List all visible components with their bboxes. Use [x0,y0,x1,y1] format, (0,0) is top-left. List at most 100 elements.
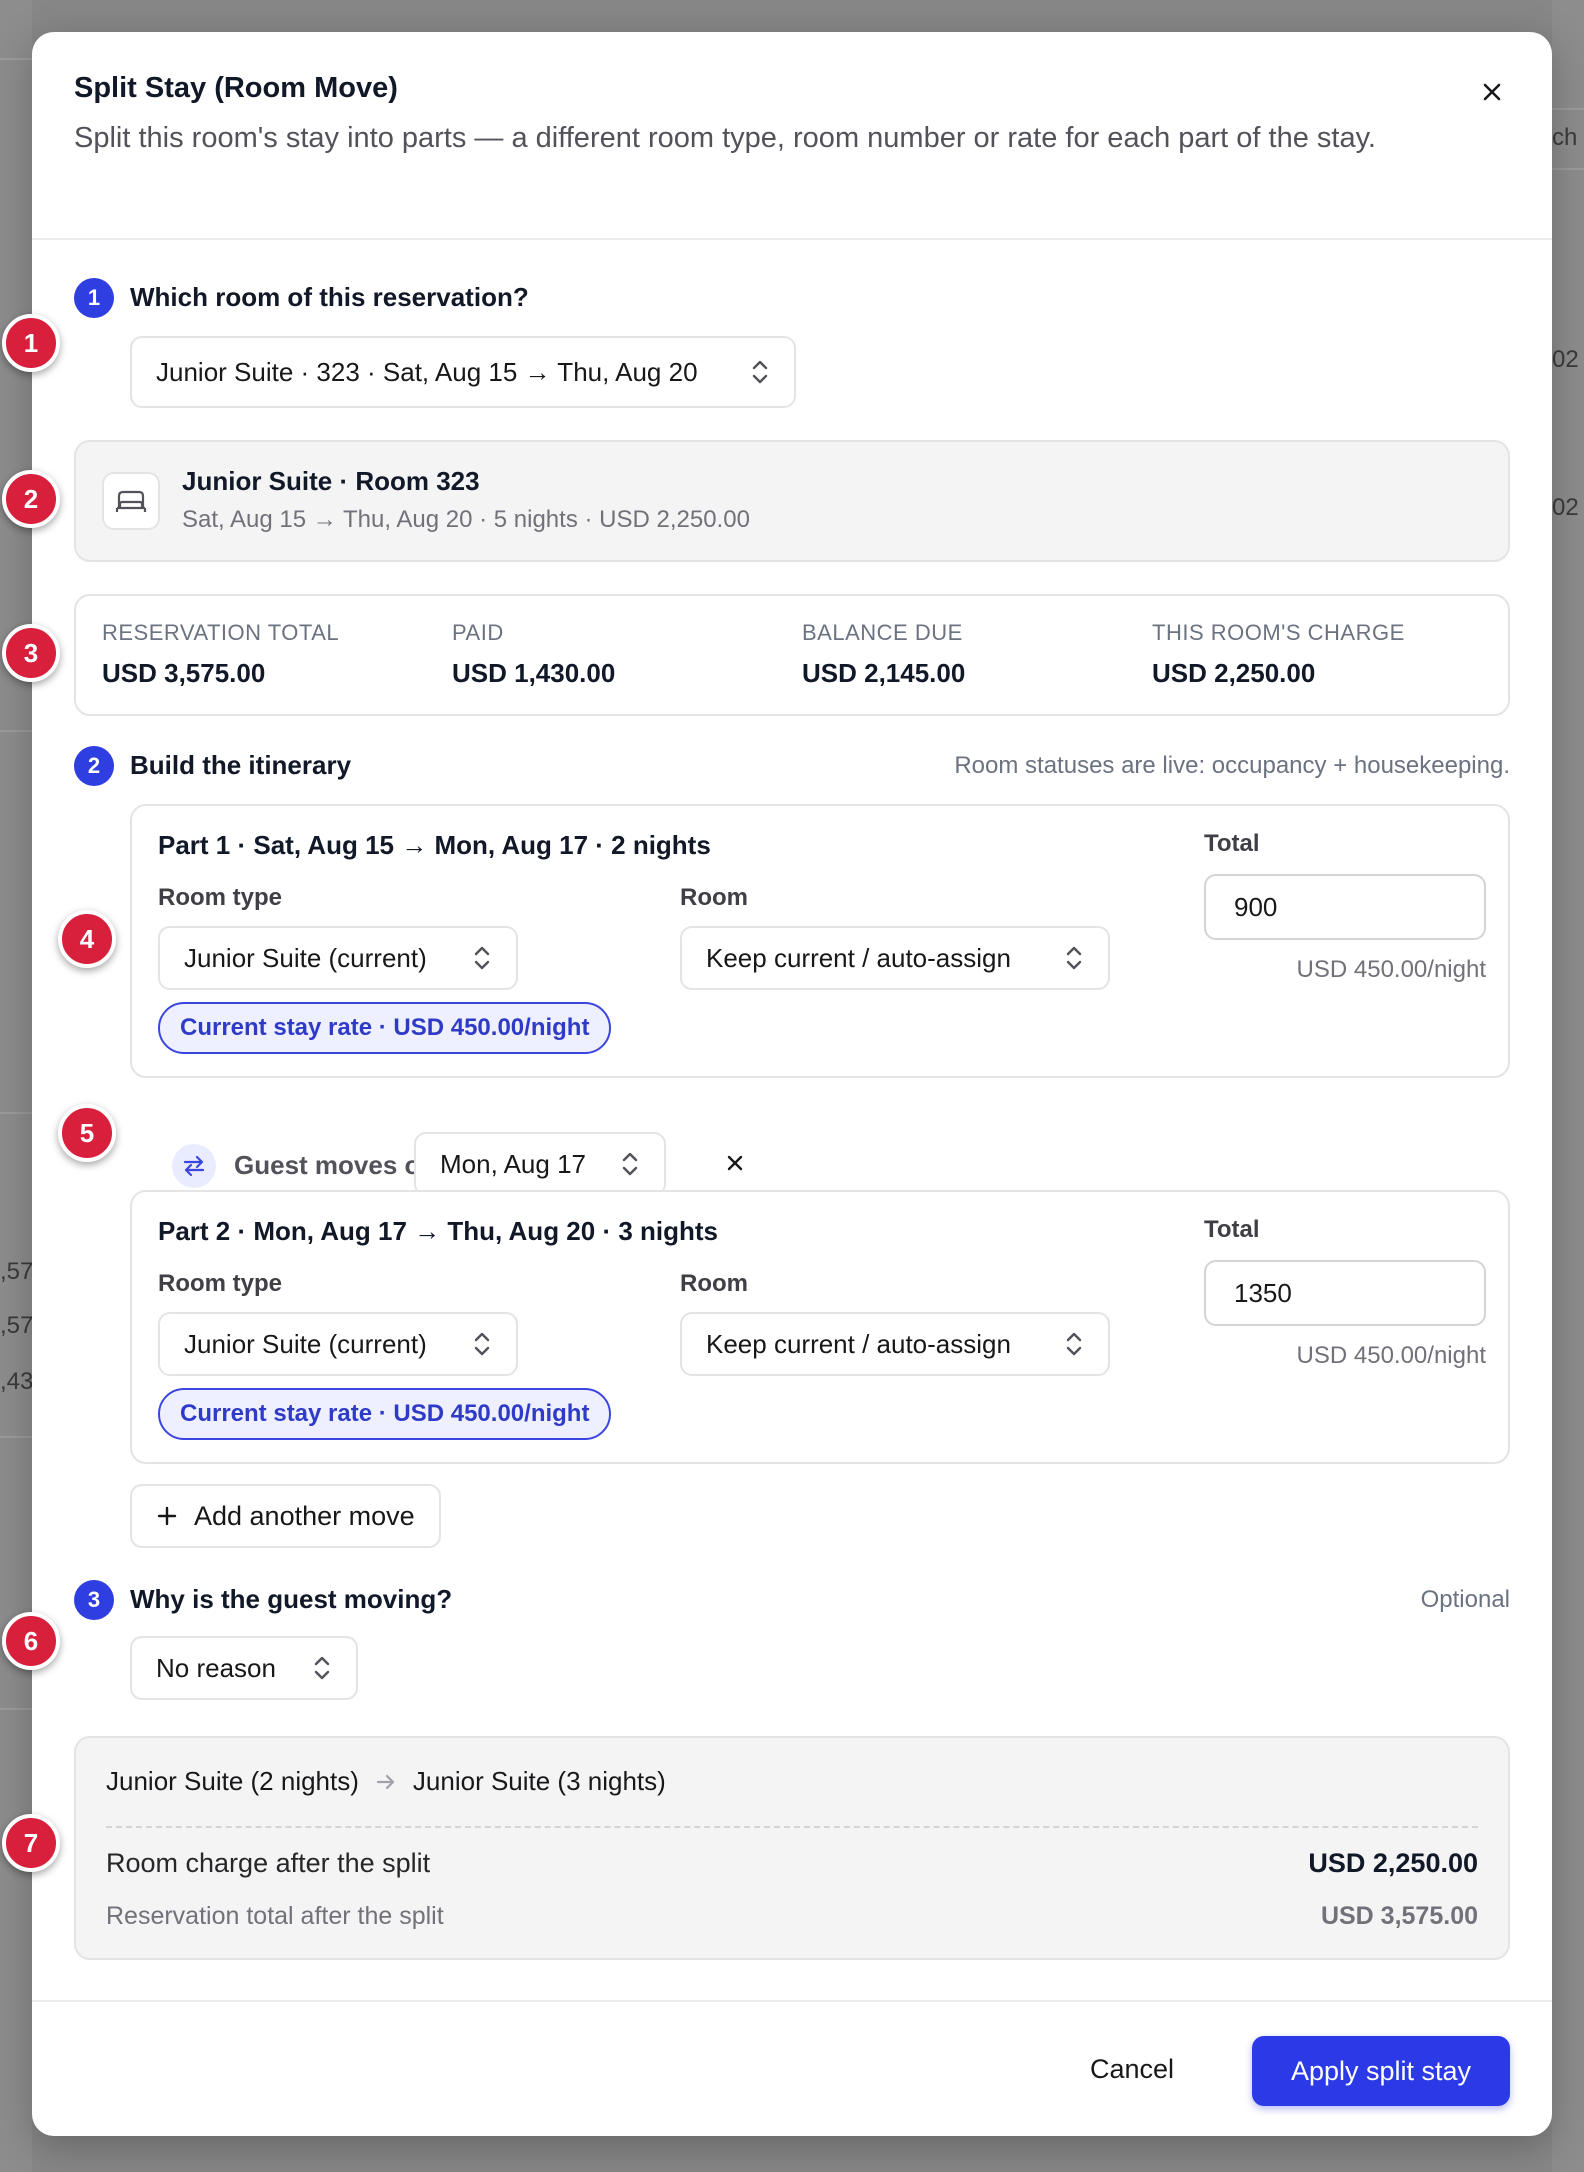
chevron-up-down-icon [474,946,490,970]
background-divider [0,1436,32,1438]
reservation-total-after-value: USD 3,575.00 [1320,1902,1478,1930]
background-divider [0,730,32,732]
part-title: Part 1 · Sat, Aug 15 → Mon, Aug 17 · 2 n… [158,830,711,860]
selected-room-card: Junior Suite · Room 323 Sat, Aug 15 → Th… [74,440,1510,562]
room-label: Room [680,1270,748,1297]
total-value: USD 3,575.00 [102,658,266,688]
background-text: ,43 [0,1368,34,1395]
room-select[interactable]: Junior Suite · 323 · Sat, Aug 15 → Thu, … [130,336,796,408]
cancel-button[interactable]: Cancel [1090,2054,1174,2085]
summary-divider [106,1826,1478,1828]
add-another-move-label: Add another move [194,1500,415,1531]
chevron-up-down-icon [474,1332,490,1356]
plus-icon [157,1506,177,1526]
background-text: ,57 [0,1258,34,1285]
room-charge-label: THIS ROOM'S CHARGE [1152,620,1405,645]
step-number: 2 [74,746,114,786]
chevron-up-down-icon [314,1656,330,1680]
background-divider [0,1112,32,1114]
background-divider [0,1708,32,1710]
remove-move-button[interactable] [720,1148,750,1178]
close-icon [1483,83,1501,101]
annotation-marker: 3 [2,624,60,682]
paid-value: USD 1,430.00 [452,658,616,688]
room-meta: Sat, Aug 15 → Thu, Aug 20 · 5 nights · U… [182,506,750,533]
room-type-value: Junior Suite (current) [184,942,427,973]
arrow-right-icon [376,1774,395,1789]
room-number-value: Keep current / auto-assign [706,942,1011,973]
annotation-marker: 7 [2,1814,60,1872]
summary-flow: Junior Suite (2 nights) Junior Suite (3 … [106,1766,666,1797]
total-field-label: Total [1204,830,1260,857]
annotation-marker: 1 [2,314,60,372]
room-charge-after-label: Room charge after the split [106,1848,431,1878]
guest-moves-label: Guest moves on [234,1150,437,1180]
swap-icon [183,1155,205,1177]
move-date-select[interactable]: Mon, Aug 17 [414,1132,666,1196]
annotation-marker: 5 [58,1104,116,1162]
annotation-marker: 4 [58,910,116,968]
balance-label: BALANCE DUE [802,620,963,645]
per-night-rate: USD 450.00/night [1296,1342,1486,1369]
total-label: RESERVATION TOTAL [102,620,340,645]
dialog-subtitle: Split this room's stay into parts — a di… [74,122,1376,154]
dialog-title: Split Stay (Room Move) [74,72,398,104]
move-reason-select[interactable]: No reason [130,1636,358,1700]
summary-to-room: Junior Suite (3 nights) [412,1766,666,1796]
annotation-marker: 6 [2,1612,60,1670]
room-charge-after-value: USD 2,250.00 [1308,1848,1478,1878]
room-number-select[interactable]: Keep current / auto-assign [680,926,1110,990]
current-rate-pill[interactable]: Current stay rate · USD 450.00/night [158,1388,612,1440]
live-status-note: Room statuses are live: occupancy + hous… [954,752,1510,779]
total-field-label: Total [1204,1216,1260,1243]
split-summary-card: Junior Suite (2 nights) Junior Suite (3 … [74,1736,1510,1960]
chevron-up-down-icon [1066,946,1082,970]
room-type-select[interactable]: Junior Suite (current) [158,1312,518,1376]
room-type-select[interactable]: Junior Suite (current) [158,926,518,990]
balance-value: USD 2,145.00 [802,658,966,688]
room-name: Junior Suite · Room 323 [182,466,480,496]
apply-split-stay-button[interactable]: Apply split stay [1252,2036,1510,2106]
dialog-footer: Cancel Apply split stay [32,2000,1552,2136]
room-type-label: Room type [158,1270,283,1297]
room-select-value: Junior Suite · 323 · Sat, Aug 15 → Thu, … [156,356,698,387]
background-page-right [1552,0,1584,2172]
optional-note: Optional [1420,1586,1510,1613]
summary-from-room: Junior Suite (2 nights) [106,1766,359,1796]
background-text: ch [1552,124,1578,151]
background-text: 02 [1552,494,1579,521]
current-rate-pill[interactable]: Current stay rate · USD 450.00/night [158,1002,612,1054]
step-title: Build the itinerary [130,750,352,780]
close-icon [727,1155,743,1171]
part-title: Part 2 · Mon, Aug 17 → Thu, Aug 20 · 3 n… [158,1216,718,1246]
move-date-value: Mon, Aug 17 [440,1148,586,1179]
add-another-move-button[interactable]: Add another move [130,1484,441,1548]
step-title: Which room of this reservation? [130,282,529,312]
part-total-input[interactable]: 900 [1204,874,1486,940]
background-text: 02 [1552,346,1579,373]
background-divider [0,58,32,60]
room-charge-value: USD 2,250.00 [1152,658,1316,688]
split-stay-dialog: Split Stay (Room Move) Split this room's… [32,32,1552,2136]
annotation-marker: 2 [2,470,60,528]
background-divider [1552,108,1584,110]
step-title: Why is the guest moving? [130,1584,453,1614]
chevron-up-down-icon [622,1152,638,1176]
dialog-header: Split Stay (Room Move) Split this room's… [32,32,1552,240]
reservation-total-after-label: Reservation total after the split [106,1902,444,1930]
close-button[interactable] [1472,72,1512,112]
move-reason-value: No reason [156,1652,276,1683]
itinerary-part-card: Part 2 · Mon, Aug 17 → Thu, Aug 20 · 3 n… [130,1190,1510,1464]
reservation-totals-card: RESERVATION TOTAL USD 3,575.00 PAID USD … [74,594,1510,716]
room-type-value: Junior Suite (current) [184,1328,427,1359]
room-number-value: Keep current / auto-assign [706,1328,1011,1359]
itinerary-part-card: Part 1 · Sat, Aug 15 → Mon, Aug 17 · 2 n… [130,804,1510,1078]
room-number-select[interactable]: Keep current / auto-assign [680,1312,1110,1376]
step-number: 3 [74,1580,114,1620]
room-label: Room [680,884,748,911]
part-total-input[interactable]: 1350 [1204,1260,1486,1326]
bed-icon [115,490,147,512]
per-night-rate: USD 450.00/night [1296,956,1486,983]
room-type-label: Room type [158,884,283,911]
paid-label: PAID [452,620,504,645]
